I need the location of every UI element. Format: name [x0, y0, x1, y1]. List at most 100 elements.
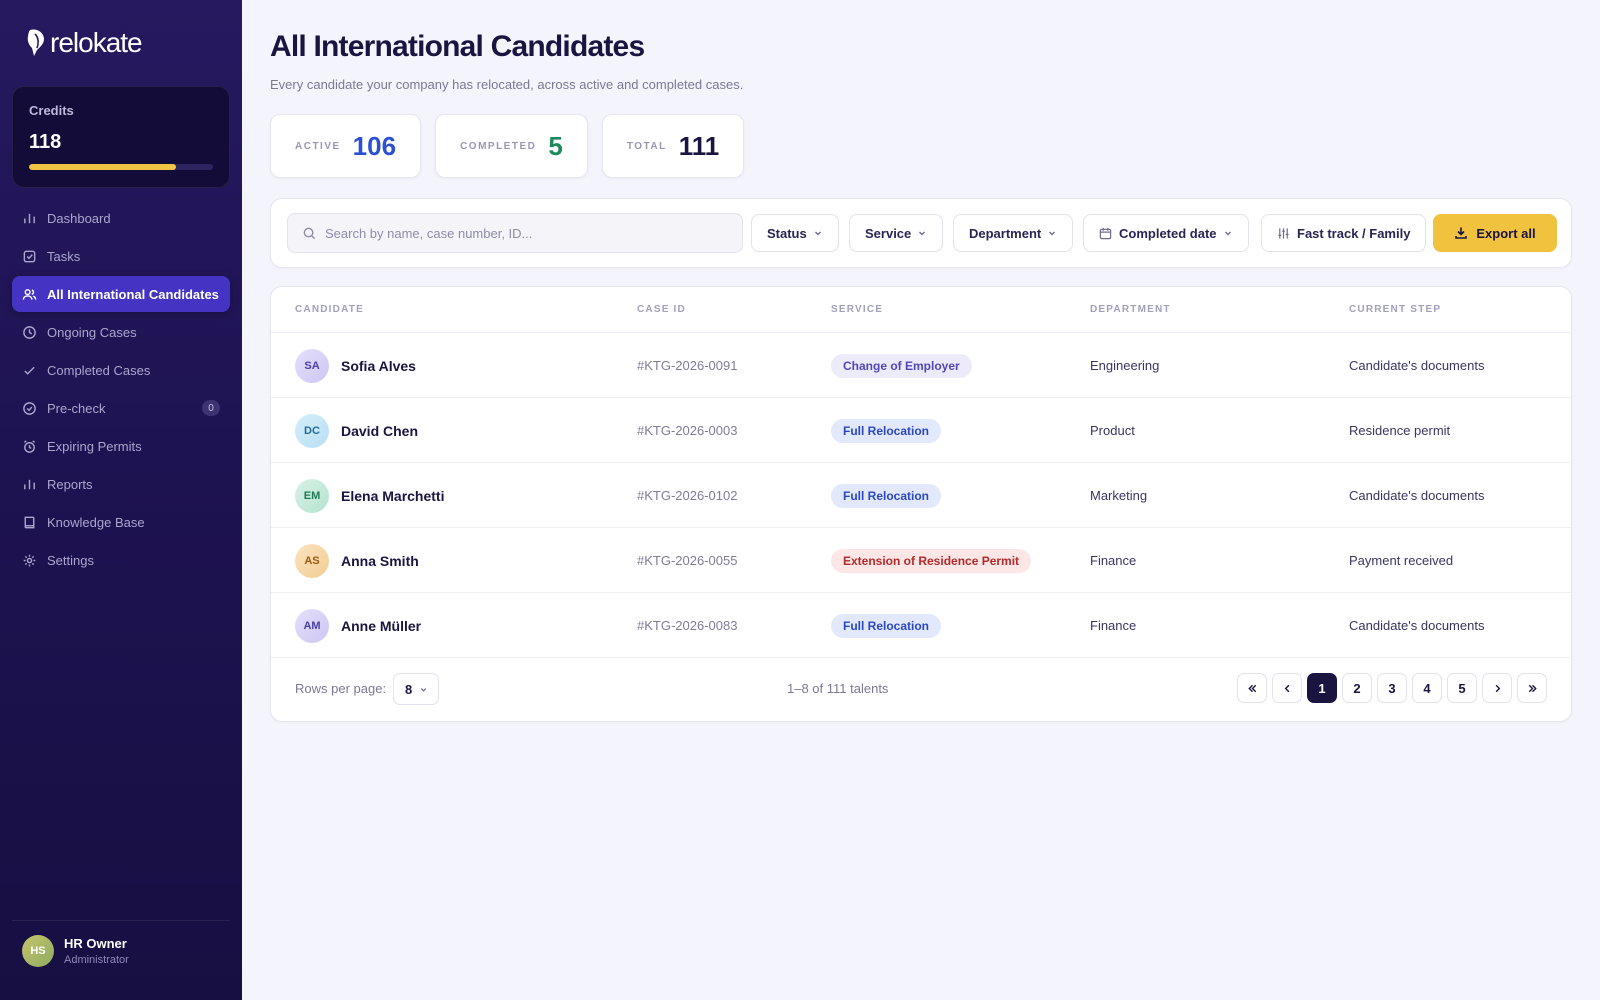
filter-label: Fast track / Family [1297, 225, 1411, 241]
column-header-case-id[interactable]: CASE ID [637, 304, 686, 315]
case-id: #KTG-2026-0102 [637, 488, 738, 503]
brand-name: relokate [50, 27, 143, 58]
first-page-button[interactable] [1237, 673, 1267, 703]
sidebar-item-expiring-permits[interactable]: Expiring Permits [12, 428, 230, 464]
sidebar-item-label: Expiring Permits [47, 438, 142, 454]
credits-progress-bar [29, 164, 213, 170]
export-all-label: Export all [1476, 225, 1536, 241]
avatar: DC [295, 413, 329, 448]
avatar: SA [295, 348, 329, 383]
sidebar-divider [12, 920, 230, 921]
sidebar-item-label: Dashboard [47, 210, 111, 226]
fast-track-family-filter-button[interactable]: Fast track / Family [1261, 214, 1427, 252]
bar-chart-icon [24, 213, 35, 223]
user-profile[interactable]: HS HR Owner Administrator [22, 935, 129, 967]
column-header-department[interactable]: DEPARTMENT [1090, 304, 1171, 315]
case-id: #KTG-2026-0055 [637, 553, 738, 568]
candidate-name[interactable]: Elena Marchetti [341, 488, 444, 504]
sidebar-item-reports[interactable]: Reports [12, 466, 230, 502]
candidate-name[interactable]: David Chen [341, 423, 418, 439]
chevron-down-icon [814, 231, 821, 236]
download-icon [1455, 227, 1468, 239]
candidate-name[interactable]: Sofia Alves [341, 358, 416, 374]
chevron-down-icon [919, 231, 926, 236]
sidebar-item-dashboard[interactable]: Dashboard [12, 200, 230, 236]
credits-value: 118 [29, 131, 62, 153]
export-all-button[interactable]: Export all [1433, 214, 1557, 252]
sidebar-item-all-international-candidates[interactable]: All International Candidates [12, 276, 230, 312]
table-row[interactable]: SA Sofia Alves #KTG-2026-0091 Change of … [271, 333, 1571, 398]
pre-check-count-badge: 0 [202, 400, 220, 416]
service-cell: Full Relocation [831, 593, 942, 658]
user-name: HR Owner [64, 936, 127, 951]
service-badge: Full Relocation [831, 613, 942, 638]
case-id: #KTG-2026-0091 [637, 358, 738, 373]
previous-page-button[interactable] [1272, 673, 1302, 703]
service-badge: Full Relocation [831, 418, 942, 443]
table-row[interactable]: DC David Chen #KTG-2026-0003 Full Reloca… [271, 398, 1571, 463]
table-row[interactable]: AM Anne Müller #KTG-2026-0083 Full Reloc… [271, 593, 1571, 658]
sidebar-item-tasks[interactable]: Tasks [12, 238, 230, 274]
relokate-logo-icon [27, 29, 44, 56]
rows-per-page-label: Rows per page: [295, 681, 387, 696]
sidebar: relokate Credits 118 Dashboard Tasks All… [0, 0, 242, 1000]
page-button[interactable]: 2 [1342, 673, 1372, 703]
sliders-icon [1278, 227, 1289, 239]
chevron-down-icon [1224, 231, 1231, 236]
sidebar-item-label: Settings [47, 552, 94, 568]
case-id: #KTG-2026-0083 [637, 618, 738, 633]
brand-logo[interactable]: relokate [26, 27, 143, 58]
service-filter-dropdown[interactable]: Service [849, 214, 944, 252]
table-row[interactable]: EM Elena Marchetti #KTG-2026-0102 Full R… [271, 463, 1571, 528]
main-content: All International Candidates Every candi… [242, 0, 1600, 1000]
candidate-cell: EM Elena Marchetti [295, 463, 444, 528]
service-cell: Full Relocation [831, 463, 942, 528]
page-button[interactable]: 3 [1377, 673, 1407, 703]
case-id: #KTG-2026-0003 [637, 423, 738, 438]
completed-date-filter-dropdown[interactable]: Completed date [1083, 214, 1249, 252]
page-subtitle: Every candidate your company has relocat… [270, 77, 744, 92]
chevron-right-icon [1495, 684, 1500, 692]
stat-value: 5 [548, 130, 563, 161]
gear-icon [23, 554, 36, 566]
stat-label: COMPLETED [460, 140, 537, 152]
status-filter-dropdown[interactable]: Status [751, 214, 839, 252]
service-cell: Change of Employer [831, 333, 972, 398]
stat-value: 111 [678, 130, 720, 161]
chevron-down-icon [421, 687, 427, 692]
table-row[interactable]: AS Anna Smith #KTG-2026-0055 Extension o… [271, 528, 1571, 593]
department-filter-dropdown[interactable]: Department [953, 214, 1074, 252]
sidebar-item-settings[interactable]: Settings [12, 542, 230, 578]
sidebar-item-ongoing-cases[interactable]: Ongoing Cases [12, 314, 230, 350]
page-button[interactable]: 5 [1447, 673, 1477, 703]
column-header-current-step[interactable]: CURRENT STEP [1349, 304, 1441, 315]
service-badge: Extension of Residence Permit [831, 548, 1032, 573]
sidebar-item-knowledge-base[interactable]: Knowledge Base [12, 504, 230, 540]
sidebar-nav: Dashboard Tasks All International Candid… [12, 200, 230, 580]
sidebar-item-completed-cases[interactable]: Completed Cases [12, 352, 230, 388]
stats-row: ACTIVE 106 COMPLETED 5 TOTAL 111 [270, 114, 745, 178]
search-input[interactable] [325, 225, 725, 241]
candidate-name[interactable]: Anne Müller [341, 618, 421, 634]
sidebar-item-label: Tasks [47, 248, 81, 264]
column-header-candidate[interactable]: CANDIDATE [295, 304, 364, 315]
filter-label: Service [865, 225, 912, 241]
last-page-button[interactable] [1517, 673, 1547, 703]
stat-value: 106 [352, 130, 397, 161]
alarm-clock-icon [23, 439, 36, 453]
candidate-cell: SA Sofia Alves [295, 333, 416, 398]
bar-chart-icon [24, 479, 35, 489]
sidebar-item-pre-check[interactable]: Pre-check 0 [12, 390, 230, 426]
page-button[interactable]: 1 [1307, 673, 1337, 703]
candidate-cell: AM Anne Müller [295, 593, 421, 658]
department: Finance [1090, 618, 1137, 633]
clock-icon [23, 325, 36, 339]
page-button[interactable]: 4 [1412, 673, 1442, 703]
next-page-button[interactable] [1482, 673, 1512, 703]
stat-card-active: ACTIVE 106 [270, 114, 422, 178]
rows-per-page-select[interactable]: 8 [393, 673, 439, 705]
column-header-service[interactable]: SERVICE [831, 304, 883, 315]
chevrons-right-icon [1528, 684, 1537, 692]
current-step: Candidate's documents [1349, 488, 1485, 503]
candidate-name[interactable]: Anna Smith [341, 553, 419, 569]
